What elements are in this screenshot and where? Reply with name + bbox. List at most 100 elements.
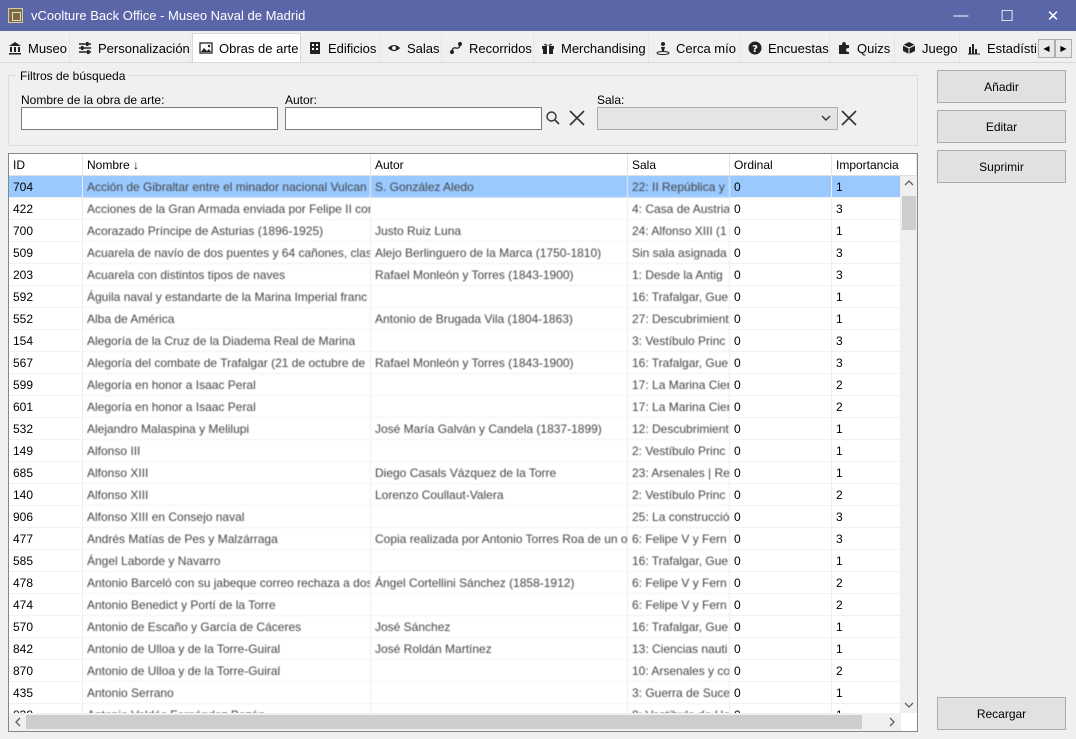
cell-id: 592	[9, 286, 83, 308]
horizontal-scrollbar[interactable]	[9, 713, 901, 731]
table-row[interactable]: 509 Acuarela de navío de dos puentes y 64…	[9, 242, 901, 264]
table-row[interactable]: 685 Alfonso XIII Diego Casals Vázquez de l…	[9, 462, 901, 484]
table-row[interactable]: 842 Antonio de Ulloa y de la Torre-Guiral…	[9, 638, 901, 660]
close-button[interactable]: ✕	[1030, 0, 1076, 31]
tab-personalizacion[interactable]: Personalización	[72, 34, 191, 62]
cell-importancia: 1	[832, 704, 901, 713]
tab-scroll-right-button[interactable]: ▶	[1055, 39, 1072, 58]
table-row[interactable]: 474 Antonio Benedict y Portí de la Torre 6…	[9, 594, 901, 616]
vertical-scrollbar[interactable]	[901, 176, 917, 713]
cell-autor: Ángel Cortellini Sánchez (1858-1912)	[371, 572, 628, 594]
table-row[interactable]: 601 Alegoría en honor a Isaac Peral 17: La…	[9, 396, 901, 418]
cell-id: 552	[9, 308, 83, 330]
search-icon[interactable]	[543, 108, 563, 128]
cell-autor	[371, 660, 628, 682]
cell-ordinal: 0	[730, 330, 832, 352]
tab-quizs[interactable]: Quizs	[831, 34, 895, 62]
scroll-left-icon[interactable]	[13, 717, 23, 730]
table-row[interactable]: 477 Andrés Matías de Pes y Malzárraga Copi…	[9, 528, 901, 550]
tab-label: Edificios	[328, 40, 377, 56]
tab-obras-de-arte[interactable]: Obras de arte	[192, 33, 301, 62]
maximize-button[interactable]: ☐	[984, 0, 1030, 31]
column-header-nombre[interactable]: Nombre ↓	[83, 154, 371, 176]
table-row[interactable]: 435 Antonio Serrano 3: Guerra de Suce 0 1	[9, 682, 901, 704]
cell-sala: 1: Desde la Antig	[628, 264, 730, 286]
cell-importancia: 3	[832, 198, 901, 220]
cell-importancia: 2	[832, 660, 901, 682]
table-row[interactable]: 552 Alba de América Antonio de Brugada Vil…	[9, 308, 901, 330]
column-header-ordinal[interactable]: Ordinal	[730, 154, 832, 176]
table-header: ID Nombre ↓ Autor Sala Ordinal Importanc…	[9, 154, 917, 176]
table-row[interactable]: 592 Águila naval y estandarte de la Marin…	[9, 286, 901, 308]
cell-id: 149	[9, 440, 83, 462]
table-row[interactable]: 422 Acciones de la Gran Armada enviada po…	[9, 198, 901, 220]
tab-museo[interactable]: Museo	[2, 34, 70, 62]
table-row[interactable]: 532 Alejandro Malaspina y Melilupi José Ma…	[9, 418, 901, 440]
cell-sala: Sin sala asignada	[628, 242, 730, 264]
horizontal-scroll-thumb[interactable]	[26, 715, 862, 729]
window-title: vCoolture Back Office - Museo Naval de M…	[31, 8, 306, 23]
column-header-id[interactable]: ID	[9, 154, 83, 176]
tab-estadisticas[interactable]: Estadísti	[961, 34, 1037, 62]
table-row[interactable]: 906 Alfonso XIII en Consejo naval 25: La c…	[9, 506, 901, 528]
table-row[interactable]: 585 Ángel Laborde y Navarro 16: Trafalgar,…	[9, 550, 901, 572]
table-row[interactable]: 478 Antonio Barceló con su jabeque correo…	[9, 572, 901, 594]
table-row[interactable]: 700 Acorazado Príncipe de Asturias (1896-…	[9, 220, 901, 242]
nearby-icon	[656, 41, 670, 55]
vertical-scroll-thumb[interactable]	[902, 196, 916, 230]
column-header-sala[interactable]: Sala	[628, 154, 730, 176]
add-button[interactable]: Añadir	[937, 70, 1066, 103]
cell-ordinal: 0	[730, 594, 832, 616]
tab-merchandising[interactable]: Merchandising	[535, 34, 649, 62]
table-row[interactable]: 838Antonio Valdés Fernández Bazán 8: Vest…	[9, 704, 901, 713]
cell-nombre: Antonio Valdés Fernández Bazán	[83, 704, 371, 713]
scroll-down-icon[interactable]	[904, 700, 914, 713]
tab-cerca-mio[interactable]: Cerca mío	[650, 34, 741, 62]
cell-sala: 6: Felipe V y Fern	[628, 594, 730, 616]
table-row[interactable]: 704 Acción de Gibraltar entre el minador …	[9, 176, 901, 198]
artwork-name-input[interactable]	[21, 107, 278, 130]
tab-recorridos[interactable]: Recorridos	[443, 34, 534, 62]
column-header-importancia[interactable]: Importancia	[832, 154, 917, 176]
cell-ordinal: 0	[730, 550, 832, 572]
cell-id: 700	[9, 220, 83, 242]
table-row[interactable]: 140 Alfonso XIII Lorenzo Coullaut-Valera 2:…	[9, 484, 901, 506]
room-select[interactable]	[597, 107, 838, 130]
chevron-down-icon	[821, 112, 831, 126]
table-row[interactable]: 149 Alfonso III 2: Vestíbulo Princ 0 1	[9, 440, 901, 462]
tab-encuestas[interactable]: ? Encuestas	[742, 34, 830, 62]
cell-nombre: Alfonso XIII	[83, 462, 371, 484]
cell-importancia: 3	[832, 330, 901, 352]
table-row[interactable]: 870 Antonio de Ulloa y de la Torre-Guiral…	[9, 660, 901, 682]
delete-button[interactable]: Suprimir	[937, 150, 1066, 183]
clear-author-icon[interactable]	[567, 108, 587, 128]
scroll-right-icon[interactable]	[887, 717, 897, 730]
cell-id: 435	[9, 682, 83, 704]
cell-nombre: Alegoría del combate de Trafalgar (21 de…	[83, 352, 371, 374]
tab-scroll-left-button[interactable]: ◀	[1038, 39, 1055, 58]
cell-importancia: 2	[832, 484, 901, 506]
author-input[interactable]	[285, 107, 542, 130]
clear-room-icon[interactable]	[839, 108, 859, 128]
table-row[interactable]: 154 Alegoría de la Cruz de la Diadema Rea…	[9, 330, 901, 352]
cell-importancia: 1	[832, 682, 901, 704]
edit-button[interactable]: Editar	[937, 110, 1066, 143]
tab-juego[interactable]: Juego	[896, 34, 960, 62]
cell-autor: José Sánchez	[371, 616, 628, 638]
table-row[interactable]: 203 Acuarela con distintos tipos de naves…	[9, 264, 901, 286]
cell-importancia: 2	[832, 396, 901, 418]
cell-nombre: Antonio de Ulloa y de la Torre-Guiral	[83, 638, 371, 660]
table-row[interactable]: 567 Alegoría del combate de Trafalgar (21…	[9, 352, 901, 374]
tab-label: Museo	[28, 40, 68, 56]
table-row[interactable]: 570 Antonio de Escaño y García de Cáceres…	[9, 616, 901, 638]
cell-autor: Copia realizada por Antonio Torres Roa d…	[371, 528, 628, 550]
scroll-up-icon[interactable]	[904, 178, 914, 191]
table-row[interactable]: 599 Alegoría en honor a Isaac Peral 17: La…	[9, 374, 901, 396]
minimize-button[interactable]: —	[938, 0, 984, 31]
tab-edificios[interactable]: Edificios	[302, 34, 380, 62]
picture-icon	[199, 41, 213, 55]
cell-importancia: 3	[832, 506, 901, 528]
column-header-autor[interactable]: Autor	[371, 154, 628, 176]
reload-button[interactable]: Recargar	[937, 697, 1066, 730]
tab-salas[interactable]: Salas	[381, 34, 442, 62]
